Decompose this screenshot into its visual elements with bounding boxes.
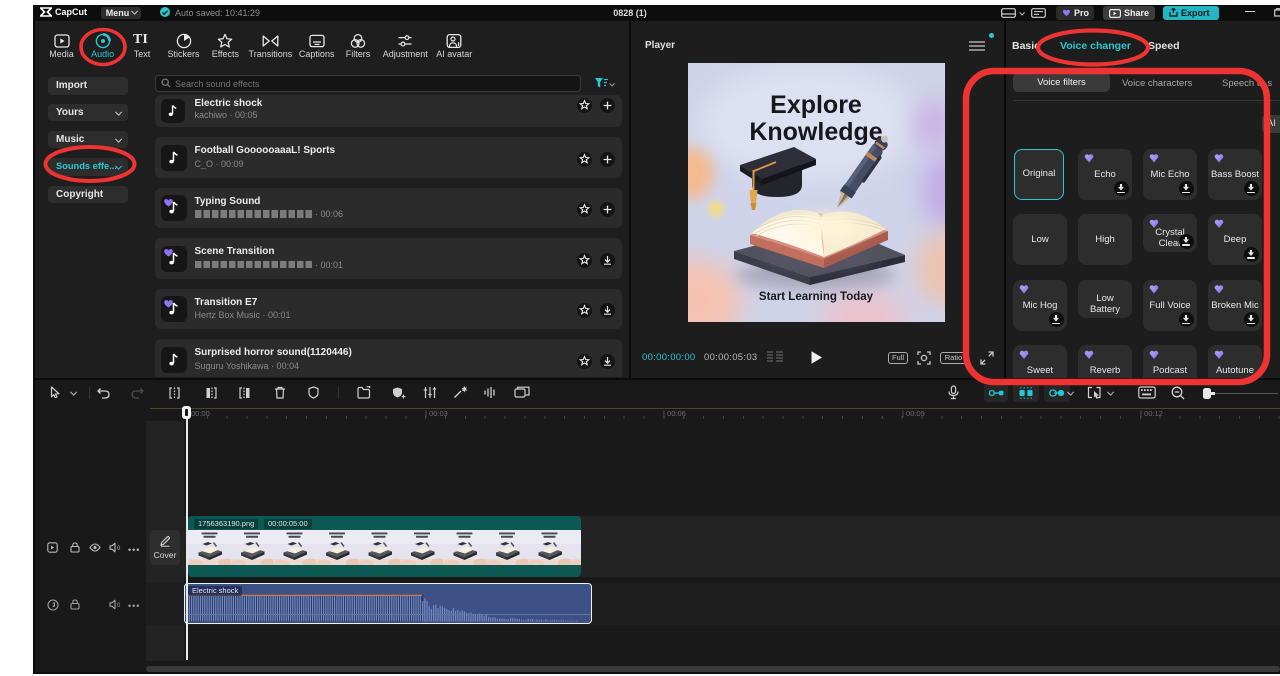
svg-text:0: 0 xyxy=(117,603,121,609)
svg-text:Explore: Explore xyxy=(770,91,862,119)
svg-text:Start Learning Today: Start Learning Today xyxy=(759,291,874,303)
svg-text:Knowledge: Knowledge xyxy=(749,118,882,146)
svg-text:0: 0 xyxy=(117,546,121,552)
